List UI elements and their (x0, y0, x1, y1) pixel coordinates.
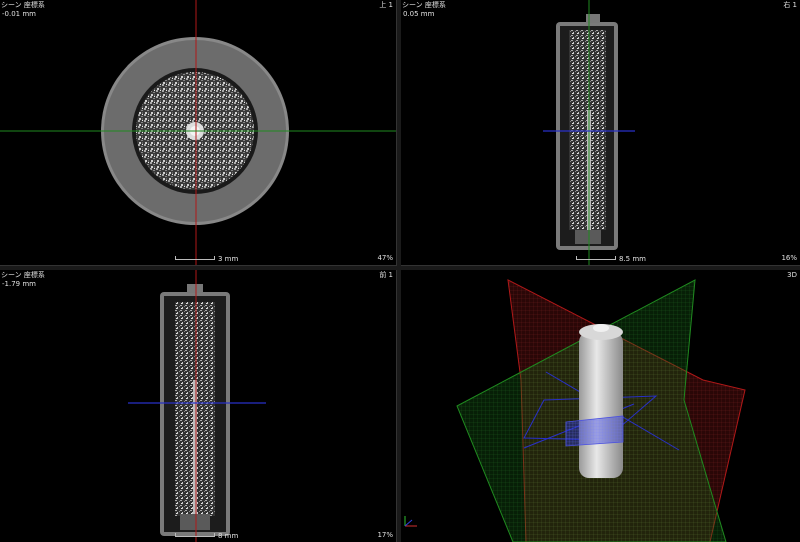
slice-offset-label: -0.01 mm (2, 10, 36, 18)
zoom-label: 16% (781, 254, 797, 262)
zoom-label: 17% (377, 531, 393, 539)
view-name-label: 前 1 (379, 271, 393, 279)
scale-bar-label: 8 mm (218, 532, 239, 540)
view-name-label: 3D (787, 271, 797, 279)
right-slice-image (543, 0, 635, 265)
viewport-3d[interactable]: 3D (401, 270, 800, 542)
scale-bar-label: 3 mm (218, 255, 239, 263)
front-slice-image (128, 270, 266, 542)
scale-bar-label: 8.5 mm (619, 255, 646, 263)
top-slice-image (0, 0, 396, 265)
zoom-label: 47% (377, 254, 393, 262)
coord-system-label: シーン 座標系 (1, 1, 45, 9)
viewport-front[interactable]: シーン 座標系 -1.79 mm 前 1 8 mm 17% (0, 270, 397, 542)
view-name-label: 右 1 (783, 1, 797, 9)
xyz-axis-icon (404, 516, 417, 527)
viewport-top[interactable]: シーン 座標系 -0.01 mm 上 1 3 mm 47% (0, 0, 397, 266)
slice-offset-label: 0.05 mm (403, 10, 435, 18)
view-name-label: 上 1 (379, 1, 393, 9)
slice-offset-label: -1.79 mm (2, 280, 36, 288)
coord-system-label: シーン 座標系 (1, 271, 45, 279)
viewport-right[interactable]: シーン 座標系 0.05 mm 右 1 8.5 mm 16% (401, 0, 800, 266)
3d-render (404, 279, 746, 542)
coord-system-label: シーン 座標系 (402, 1, 446, 9)
